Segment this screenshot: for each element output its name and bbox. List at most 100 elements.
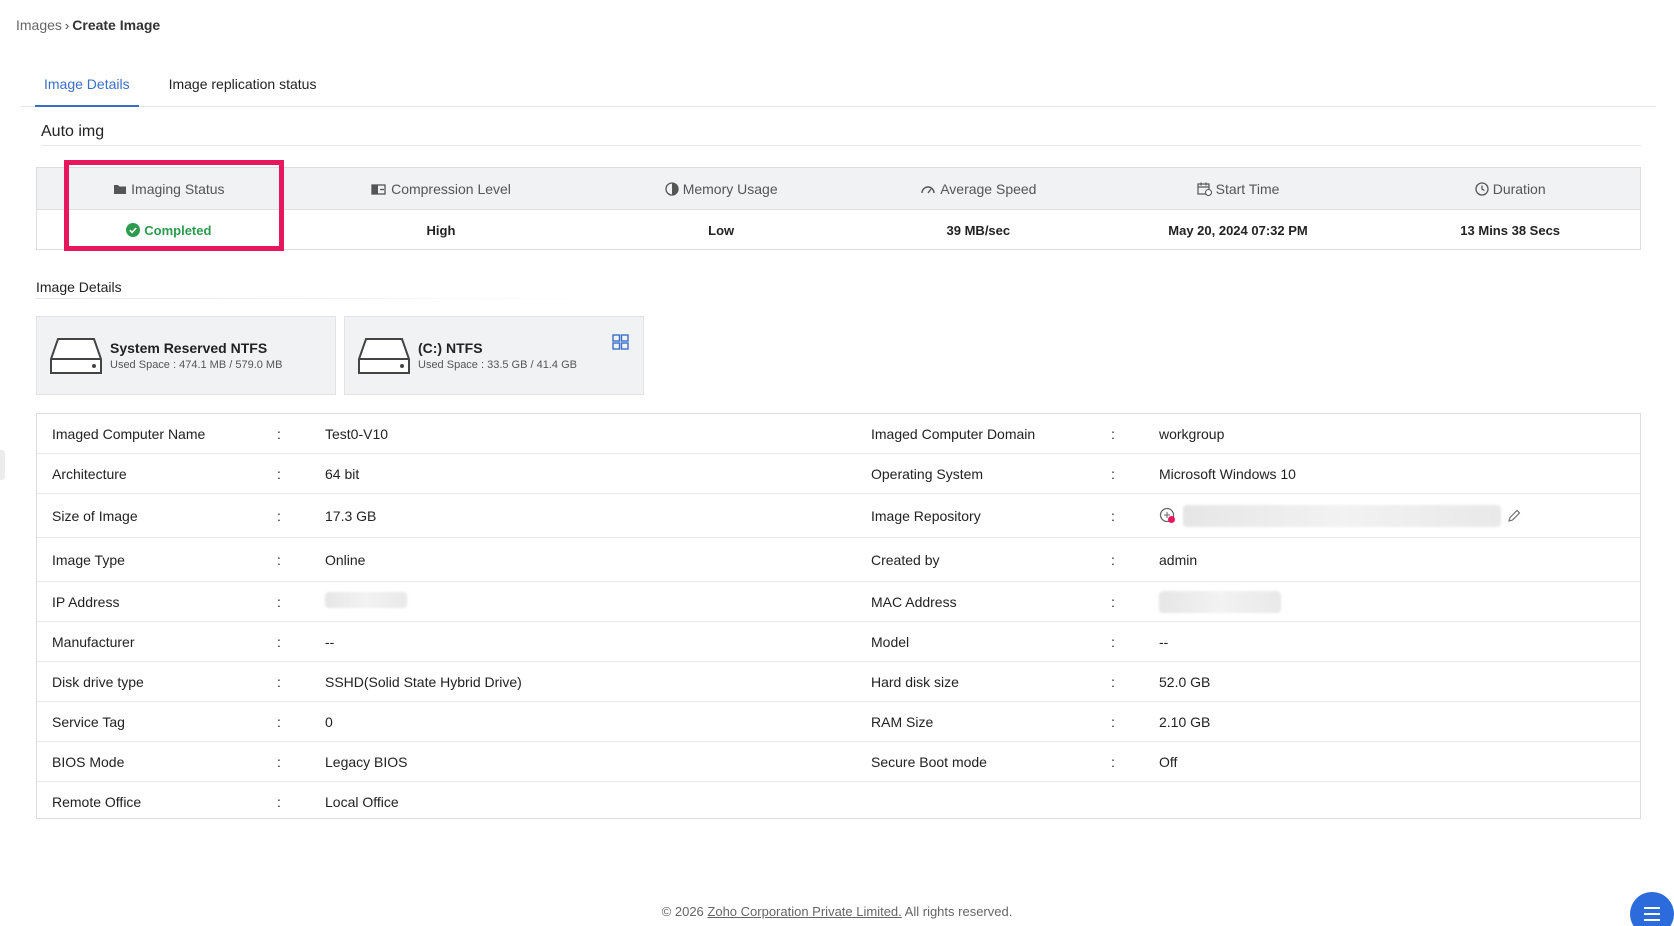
clock-icon bbox=[1475, 181, 1489, 196]
table-row: IP Address : MAC Address : bbox=[37, 582, 1640, 622]
value-manufacturer: -- bbox=[325, 633, 335, 650]
value-hard-disk-size: 52.0 GB bbox=[1159, 673, 1211, 690]
divider bbox=[36, 298, 601, 299]
windows-boot-icon bbox=[612, 334, 629, 355]
header-start-time: Start Time bbox=[1096, 168, 1381, 209]
table-row: BIOS Mode : Legacy BIOS Secure Boot mode… bbox=[37, 742, 1640, 782]
section-title-image-details: Image Details bbox=[36, 279, 122, 295]
separator: : bbox=[277, 465, 281, 482]
value-imaged-computer-domain: workgroup bbox=[1159, 425, 1225, 442]
label-model: Model bbox=[871, 633, 910, 650]
label-imaged-computer-name: Imaged Computer Name bbox=[52, 425, 206, 442]
breadcrumb: Images › Create Image bbox=[16, 17, 160, 33]
table-row: Image Type : Online Created by : admin bbox=[37, 538, 1640, 582]
table-row: Architecture : 64 bit Operating System :… bbox=[37, 454, 1640, 494]
separator: : bbox=[277, 593, 281, 610]
value-image-type: Online bbox=[325, 551, 366, 568]
table-row: Disk drive type : SSHD(Solid State Hybri… bbox=[37, 662, 1640, 702]
compression-icon bbox=[371, 183, 387, 195]
imaging-status-table: Imaging Status Compression Level Memory … bbox=[36, 167, 1641, 250]
tab-image-details[interactable]: Image Details bbox=[35, 70, 139, 107]
redacted-ip-address bbox=[325, 592, 407, 608]
disk-name: (C:) NTFS bbox=[418, 340, 483, 356]
value-architecture: 64 bit bbox=[325, 465, 360, 482]
tab-image-replication-status[interactable]: Image replication status bbox=[160, 70, 326, 107]
value-created-by: admin bbox=[1159, 551, 1198, 568]
value-remote-office: Local Office bbox=[325, 794, 399, 810]
separator: : bbox=[277, 753, 281, 770]
disk-used-space: Used Space : 33.5 GB / 41.4 GB bbox=[418, 359, 577, 371]
hard-drive-icon bbox=[50, 337, 102, 374]
status-table-values: Completed High Low 39 MB/sec May 20, 202… bbox=[37, 210, 1640, 250]
label-manufacturer: Manufacturer bbox=[52, 633, 135, 650]
label-ram-size: RAM Size bbox=[871, 713, 934, 730]
separator: : bbox=[1111, 593, 1115, 610]
label-hard-disk-size: Hard disk size bbox=[871, 673, 959, 690]
table-row: Size of Image : 17.3 GB Image Repository… bbox=[37, 494, 1640, 538]
hard-drive-icon bbox=[358, 337, 410, 374]
separator: : bbox=[277, 507, 281, 524]
value-average-speed: 39 MB/sec bbox=[946, 222, 1011, 238]
separator: : bbox=[1111, 507, 1115, 524]
table-row: Service Tag : 0 RAM Size : 2.10 GB bbox=[37, 702, 1640, 742]
value-size-of-image: 17.3 GB bbox=[325, 507, 377, 524]
value-mac-address bbox=[1159, 590, 1640, 613]
table-row: Remote Office : Local Office bbox=[37, 782, 1640, 822]
folder-icon bbox=[113, 183, 127, 195]
footer: © 2026 Zoho Corporation Private Limited.… bbox=[661, 904, 1013, 919]
separator: : bbox=[277, 425, 281, 442]
disk-name: System Reserved NTFS bbox=[110, 340, 268, 356]
disk-card-system-reserved[interactable]: System Reserved NTFS Used Space : 474.1 … bbox=[36, 316, 336, 395]
header-memory-usage: Memory Usage bbox=[581, 168, 861, 209]
separator: : bbox=[1111, 633, 1115, 650]
value-disk-drive-type: SSHD(Solid State Hybrid Drive) bbox=[325, 673, 522, 690]
menu-fab-button[interactable] bbox=[1630, 892, 1674, 926]
separator: : bbox=[277, 551, 281, 568]
separator: : bbox=[1111, 753, 1115, 770]
speedometer-icon bbox=[920, 182, 936, 195]
repository-status-icon bbox=[1159, 507, 1177, 525]
check-circle-icon bbox=[126, 223, 141, 237]
pie-chart-icon bbox=[665, 181, 679, 196]
calendar-clock-icon bbox=[1197, 182, 1212, 196]
value-image-repository bbox=[1159, 504, 1640, 527]
separator: : bbox=[1111, 465, 1115, 482]
hamburger-menu-icon bbox=[1644, 907, 1660, 921]
table-row: Imaged Computer Name : Test0-V10 Imaged … bbox=[37, 414, 1640, 454]
value-imaged-computer-name: Test0-V10 bbox=[325, 425, 389, 442]
value-start-time: May 20, 2024 07:32 PM bbox=[1168, 222, 1308, 238]
header-average-speed: Average Speed bbox=[861, 168, 1096, 209]
edit-icon[interactable] bbox=[1507, 509, 1521, 523]
value-secure-boot-mode: Off bbox=[1159, 753, 1178, 770]
label-image-repository: Image Repository bbox=[871, 507, 981, 524]
status-table-header: Imaging Status Compression Level Memory … bbox=[37, 168, 1640, 210]
separator: : bbox=[277, 794, 281, 810]
disk-used-space: Used Space : 474.1 MB / 579.0 MB bbox=[110, 359, 283, 371]
value-ram-size: 2.10 GB bbox=[1159, 713, 1211, 730]
separator: : bbox=[1111, 551, 1115, 568]
breadcrumb-current: Create Image bbox=[72, 17, 161, 33]
separator: : bbox=[1111, 713, 1115, 730]
label-architecture: Architecture bbox=[52, 465, 127, 482]
value-memory-usage: Low bbox=[708, 222, 735, 238]
disk-card-c-drive[interactable]: (C:) NTFS Used Space : 33.5 GB / 41.4 GB bbox=[344, 316, 644, 395]
label-bios-mode: BIOS Mode bbox=[52, 753, 125, 770]
side-panel-handle[interactable] bbox=[0, 450, 5, 480]
value-duration: 13 Mins 38 Secs bbox=[1460, 222, 1561, 238]
header-duration: Duration bbox=[1380, 168, 1640, 209]
value-model: -- bbox=[1159, 633, 1169, 650]
label-created-by: Created by bbox=[871, 551, 940, 568]
header-compression-level: Compression Level bbox=[301, 168, 582, 209]
divider bbox=[41, 145, 1641, 146]
zoho-link[interactable]: Zoho Corporation Private Limited. bbox=[707, 904, 901, 919]
label-operating-system: Operating System bbox=[871, 465, 984, 482]
breadcrumb-images-link[interactable]: Images bbox=[16, 17, 62, 33]
table-row: Manufacturer : -- Model : -- bbox=[37, 622, 1640, 662]
label-image-type: Image Type bbox=[52, 551, 125, 568]
separator: : bbox=[277, 673, 281, 690]
redacted-repository-path bbox=[1183, 504, 1501, 527]
label-imaged-computer-domain: Imaged Computer Domain bbox=[871, 425, 1036, 442]
separator: : bbox=[277, 713, 281, 730]
redacted-mac-address bbox=[1159, 590, 1281, 613]
label-service-tag: Service Tag bbox=[52, 713, 125, 730]
